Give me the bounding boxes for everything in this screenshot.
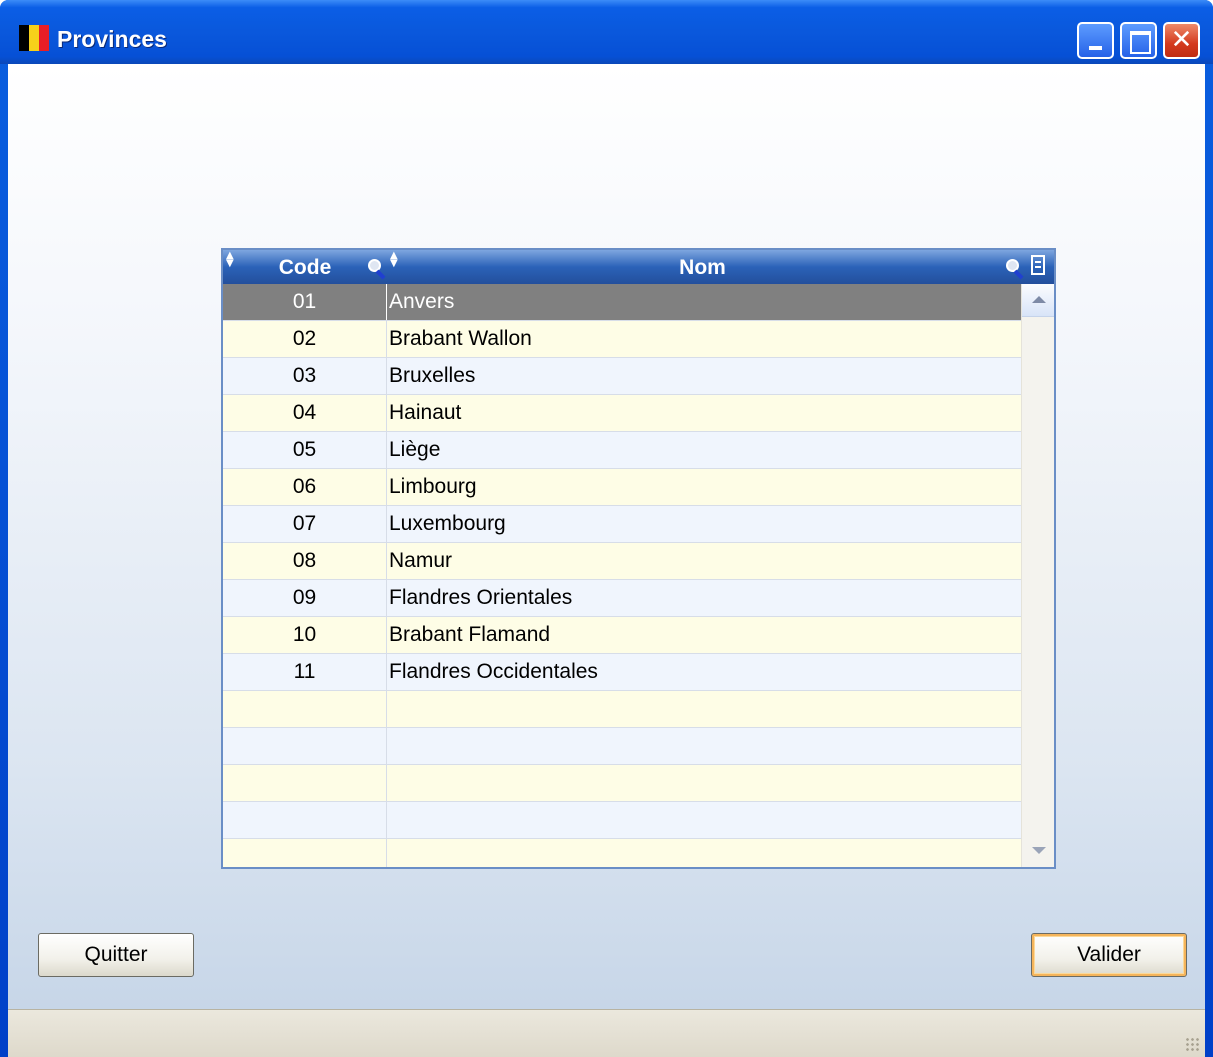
cell-name: Limbourg <box>389 475 477 498</box>
resize-grip-icon[interactable] <box>1185 1037 1201 1053</box>
cell-name: Liège <box>389 438 441 461</box>
table-row[interactable]: 06 Limbourg <box>223 469 1021 506</box>
table-body: 01 Anvers 02 Brabant Wallon 03 Bruxelles 04 Hai… <box>223 284 1021 867</box>
cell-code <box>223 802 387 838</box>
table-row[interactable]: 03 Bruxelles <box>223 358 1021 395</box>
table-row[interactable] <box>223 839 1021 867</box>
table-row[interactable]: 02 Brabant Wallon <box>223 321 1021 358</box>
minimize-button[interactable] <box>1077 22 1114 59</box>
table-row[interactable]: 07 Luxembourg <box>223 506 1021 543</box>
close-button[interactable]: ✕ <box>1163 22 1200 59</box>
cell-name: Brabant Wallon <box>389 327 532 350</box>
cell-code <box>223 728 387 764</box>
provinces-window: Provinces ✕ ▲ ▼ Code ▲ ▼ Nom 01 Anvers 02 Bra… <box>0 0 1213 1057</box>
table-row[interactable]: 05 Liège <box>223 432 1021 469</box>
column-header-nom[interactable]: Nom <box>387 250 1018 284</box>
minimize-icon <box>1089 46 1102 50</box>
provinces-table[interactable]: ▲ ▼ Code ▲ ▼ Nom 01 Anvers 02 Brabant Wallon 0… <box>221 248 1056 869</box>
search-icon[interactable] <box>1006 259 1024 280</box>
table-row[interactable] <box>223 802 1021 839</box>
table-row[interactable]: 08 Namur <box>223 543 1021 580</box>
table-row[interactable]: 09 Flandres Orientales <box>223 580 1021 617</box>
cell-name: Namur <box>389 549 453 572</box>
table-row[interactable] <box>223 728 1021 765</box>
cell-code <box>223 691 387 727</box>
cell-name: Brabant Flamand <box>389 623 551 646</box>
cell-name: Luxembourg <box>389 512 506 535</box>
scroll-up-button[interactable] <box>1022 284 1054 317</box>
cell-name: Flandres Orientales <box>389 586 573 609</box>
window-title: Provinces <box>57 26 167 52</box>
cell-code: 06 <box>223 469 387 505</box>
belgium-flag-icon <box>19 25 49 51</box>
table-row[interactable] <box>223 765 1021 802</box>
vertical-scrollbar[interactable] <box>1021 284 1054 867</box>
cell-name: Anvers <box>389 290 455 313</box>
title-bar[interactable]: Provinces ✕ <box>0 0 1213 64</box>
cell-code: 10 <box>223 617 387 653</box>
cell-code: 11 <box>223 654 387 690</box>
validate-button[interactable]: Valider <box>1031 933 1187 977</box>
scroll-down-button[interactable] <box>1022 837 1054 867</box>
search-icon[interactable] <box>368 259 386 280</box>
table-row[interactable]: 10 Brabant Flamand <box>223 617 1021 654</box>
table-row[interactable]: 11 Flandres Occidentales <box>223 654 1021 691</box>
cell-code: 04 <box>223 395 387 431</box>
maximize-button[interactable] <box>1120 22 1157 59</box>
cell-code: 03 <box>223 358 387 394</box>
table-row[interactable]: 01 Anvers <box>223 284 1021 321</box>
table-row[interactable]: 04 Hainaut <box>223 395 1021 432</box>
maximize-icon <box>1130 31 1151 54</box>
cell-name: Hainaut <box>389 401 462 424</box>
column-header-code[interactable]: Code <box>223 250 387 284</box>
cell-name: Flandres Occidentales <box>389 660 598 683</box>
column-chooser-icon[interactable] <box>1031 255 1045 275</box>
table-header: ▲ ▼ Code ▲ ▼ Nom <box>223 250 1054 284</box>
cell-code: 05 <box>223 432 387 468</box>
cell-code: 08 <box>223 543 387 579</box>
cell-code <box>223 765 387 801</box>
cell-code: 02 <box>223 321 387 357</box>
quit-button[interactable]: Quitter <box>38 933 194 977</box>
arrow-up-icon <box>1032 296 1046 303</box>
arrow-down-icon <box>1032 847 1046 854</box>
cell-code <box>223 839 387 867</box>
cell-code: 07 <box>223 506 387 542</box>
cell-code: 01 <box>223 284 387 320</box>
status-bar <box>8 1009 1205 1057</box>
cell-code: 09 <box>223 580 387 616</box>
cell-name: Bruxelles <box>389 364 476 387</box>
table-row[interactable] <box>223 691 1021 728</box>
close-icon: ✕ <box>1170 25 1193 55</box>
